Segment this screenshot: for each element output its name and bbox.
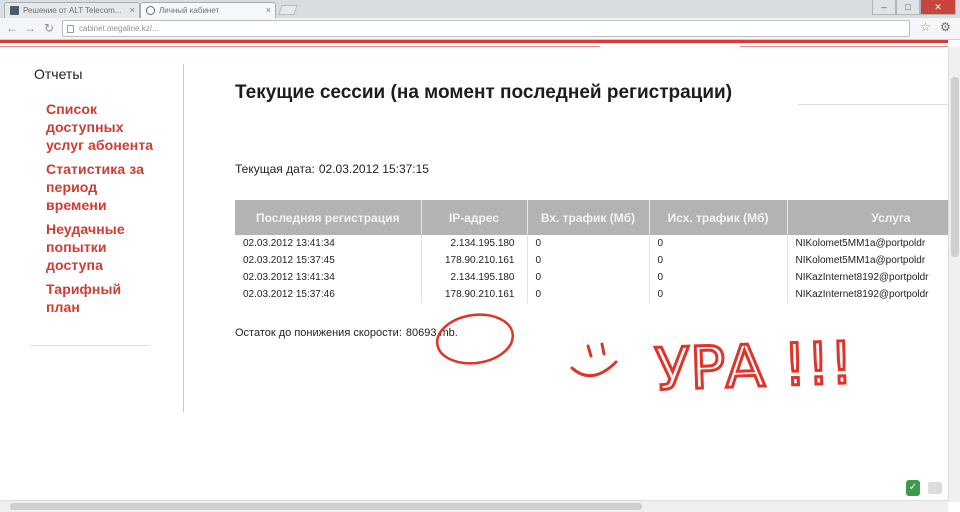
annotation-circle: [435, 313, 515, 365]
header-line-gap: [600, 46, 740, 47]
table-cell: 0: [527, 252, 650, 269]
page-favicon-icon: [146, 6, 155, 15]
table-row: 02.03.2012 13:41:34 2.134.195.180 0 0 NI…: [235, 235, 948, 252]
table-cell: 02.03.2012 15:37:45: [235, 252, 422, 269]
table-cell: 0: [527, 235, 650, 252]
table-row: 02.03.2012 13:41:34 2.134.195.180 0 0 NI…: [235, 269, 948, 286]
current-date: Текущая дата: 02.03.2012 15:37:15: [235, 162, 429, 176]
back-arrow-icon[interactable]: ←: [6, 21, 18, 35]
scrollbar-thumb[interactable]: [951, 77, 959, 257]
table-cell: NIKazInternet8192@portpoldr: [787, 286, 948, 303]
reload-icon[interactable]: ↻: [44, 21, 54, 35]
speed-remaining-value: 80693 mb.: [405, 327, 458, 339]
tab-bar: Решение от ALT Telecom... × Личный кабин…: [0, 0, 960, 18]
current-date-value: 02.03.2012 15:37:15: [318, 162, 429, 176]
table-header-row: Последняя регистрация IP-адрес Вх. трафи…: [235, 200, 948, 235]
sessions-table: Последняя регистрация IP-адрес Вх. трафи…: [235, 200, 948, 303]
tab-active[interactable]: Личный кабинет ×: [140, 2, 276, 18]
tab-inactive[interactable]: Решение от ALT Telecom... ×: [4, 2, 140, 18]
header-accent-thin-line: [0, 46, 948, 47]
address-bar[interactable]: cabinet.megaline.kz/...: [62, 20, 910, 37]
table-cell: NIKazInternet8192@portpoldr: [787, 269, 948, 286]
sidebar-item-services[interactable]: Список доступных услуг абонента: [46, 100, 156, 154]
column-header-service: Услуга: [787, 200, 948, 235]
table-cell: 0: [649, 235, 788, 252]
column-header-ip: IP-адрес: [421, 200, 528, 235]
column-header-last-registration: Последняя регистрация: [235, 200, 422, 235]
maximize-icon[interactable]: □: [896, 0, 920, 15]
close-icon[interactable]: ×: [130, 3, 135, 18]
table-cell: NIKolomet5MM1a@portpoldr: [787, 252, 948, 269]
page-favicon-icon: [10, 6, 19, 15]
table-cell: NIKolomet5MM1a@portpoldr: [787, 235, 948, 252]
column-header-traffic-in: Вх. трафик (Мб): [527, 200, 650, 235]
page-icon: [67, 25, 74, 33]
column-header-traffic-out: Исх. трафик (Мб): [649, 200, 788, 235]
browser-toolbar: ← → ↻ cabinet.megaline.kz/... ☆ ⚙: [0, 18, 960, 40]
vertical-scrollbar[interactable]: [948, 47, 960, 502]
table-cell: 2.134.195.180: [421, 269, 528, 286]
table-row: 02.03.2012 15:37:45 178.90.210.161 0 0 N…: [235, 252, 948, 269]
table-row: 02.03.2012 15:37:46 178.90.210.161 0 0 N…: [235, 286, 948, 303]
table-cell: 02.03.2012 13:41:34: [235, 269, 422, 286]
speed-remaining: Остаток до понижения скорости: 80693 mb.: [235, 327, 458, 339]
bookmark-star-icon[interactable]: ☆: [920, 20, 931, 34]
tab-label: Личный кабинет: [159, 6, 220, 15]
security-shield-icon[interactable]: ✓: [906, 480, 920, 496]
wrench-menu-icon[interactable]: ⚙: [940, 20, 951, 34]
new-tab-button[interactable]: [278, 5, 298, 15]
current-date-label: Текущая дата:: [235, 162, 315, 176]
close-window-icon[interactable]: ✕: [920, 0, 956, 15]
table-cell: 178.90.210.161: [421, 286, 528, 303]
annotation-text: УРА !!!: [654, 329, 854, 404]
table-cell: 2.134.195.180: [421, 235, 528, 252]
minimize-icon[interactable]: –: [872, 0, 896, 15]
tab-label: Решение от ALT Telecom...: [23, 6, 122, 15]
forward-arrow-icon[interactable]: →: [24, 21, 36, 35]
close-icon[interactable]: ×: [266, 3, 271, 18]
address-text: cabinet.megaline.kz/...: [79, 24, 159, 33]
table-cell: 0: [649, 252, 788, 269]
sidebar-menu: Список доступных услуг абонента Статисти…: [46, 100, 156, 322]
sidebar-item-tariff[interactable]: Тарифный план: [46, 280, 156, 316]
table-cell: 178.90.210.161: [421, 252, 528, 269]
table-cell: 02.03.2012 13:41:34: [235, 235, 422, 252]
title-rule: [798, 104, 948, 105]
sidebar-title: Отчеты: [34, 66, 83, 82]
page-title: Текущие сессии (на момент последней реги…: [235, 82, 733, 103]
sidebar-item-failed-access[interactable]: Неудачные попытки доступа: [46, 220, 156, 274]
sidebar-separator: [30, 345, 150, 346]
table-cell: 0: [649, 269, 788, 286]
table-cell: 02.03.2012 15:37:46: [235, 286, 422, 303]
table-cell: 0: [527, 286, 650, 303]
scrollbar-thumb[interactable]: [10, 503, 642, 510]
extension-icon[interactable]: [928, 482, 942, 494]
speed-remaining-label: Остаток до понижения скорости:: [235, 327, 402, 339]
sessions-table-wrapper: Последняя регистрация IP-адрес Вх. трафи…: [235, 200, 948, 308]
smiley-icon: [570, 342, 618, 378]
window-controls: – □ ✕: [872, 0, 956, 16]
sidebar-item-statistics[interactable]: Статистика за период времени: [46, 160, 156, 214]
horizontal-scrollbar[interactable]: [0, 500, 948, 512]
header-accent-line: [0, 40, 948, 43]
vertical-divider: [183, 64, 184, 412]
table-cell: 0: [527, 269, 650, 286]
table-cell: 0: [649, 286, 788, 303]
